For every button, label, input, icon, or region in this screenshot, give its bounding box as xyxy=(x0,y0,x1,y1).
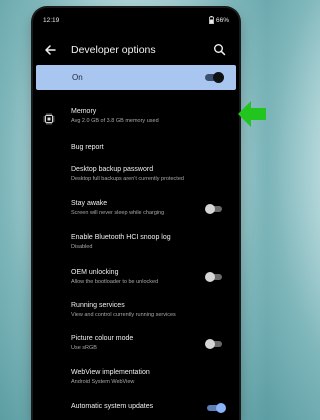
item-subtitle: Disabled xyxy=(71,244,93,250)
settings-item-stay-awake[interactable]: Stay awake Screen will never sleep while… xyxy=(33,195,239,225)
item-title: Picture colour mode xyxy=(71,335,134,342)
memory-chip-icon xyxy=(43,112,55,125)
settings-item-picture-colour-mode[interactable]: Picture colour mode Use sRGB xyxy=(33,330,239,360)
phone-screen: 12:19 66% Developer options On Memory Av… xyxy=(33,8,239,420)
battery-icon xyxy=(209,16,214,24)
item-subtitle: View and control currently running servi… xyxy=(71,312,176,318)
back-arrow-icon[interactable] xyxy=(43,43,57,57)
battery-percent: 66% xyxy=(215,16,229,24)
item-subtitle: Desktop full backups aren't currently pr… xyxy=(71,176,184,182)
settings-item-running-services[interactable]: Running services View and control curren… xyxy=(33,297,239,327)
item-subtitle: Allow the bootloader to be unlocked xyxy=(71,279,159,285)
item-title: WebView implementation xyxy=(71,369,150,376)
item-title: Desktop backup password xyxy=(71,166,154,173)
stay-awake-toggle[interactable] xyxy=(205,204,223,214)
status-bar: 12:19 66% xyxy=(33,8,239,34)
item-subtitle: Avg 2.0 GB of 3.8 GB memory used xyxy=(71,118,159,124)
item-subtitle: Use sRGB xyxy=(71,345,97,351)
app-bar: Developer options xyxy=(33,34,239,66)
settings-item-webview-implementation[interactable]: WebView implementation Android System We… xyxy=(33,364,239,394)
automatic-system-updates-toggle[interactable] xyxy=(207,403,226,413)
developer-options-master-switch[interactable]: On xyxy=(36,65,236,90)
item-subtitle: Screen will never sleep while charging xyxy=(71,210,165,216)
item-title: Bug report xyxy=(71,144,104,151)
item-subtitle: Android System WebView xyxy=(71,379,135,385)
settings-item-bluetooth-hci-snoop-log[interactable]: Enable Bluetooth HCI snoop log Disabled xyxy=(33,229,239,259)
picture-colour-mode-toggle[interactable] xyxy=(205,339,223,349)
master-toggle[interactable] xyxy=(205,72,224,83)
toggle-thumb xyxy=(205,339,215,349)
item-title: Automatic system updates xyxy=(71,403,154,410)
toggle-thumb xyxy=(216,403,226,413)
settings-item-oem-unlocking[interactable]: OEM unlocking Allow the bootloader to be… xyxy=(33,264,239,294)
settings-item-desktop-backup-password[interactable]: Desktop backup password Desktop full bac… xyxy=(33,161,239,191)
item-title: Stay awake xyxy=(71,200,108,207)
item-title: OEM unlocking xyxy=(71,269,119,276)
status-right: 66% xyxy=(209,16,229,24)
item-title: Enable Bluetooth HCI snoop log xyxy=(71,234,171,241)
item-title: Memory xyxy=(71,108,97,115)
item-title: Running services xyxy=(71,302,125,309)
pointer-arrow-icon xyxy=(236,98,266,130)
settings-item-memory[interactable]: Memory Avg 2.0 GB of 3.8 GB memory used xyxy=(33,103,239,133)
oem-unlocking-toggle[interactable] xyxy=(205,272,223,282)
master-switch-label: On xyxy=(72,73,83,82)
settings-item-automatic-system-updates[interactable]: Automatic system updates xyxy=(33,397,239,420)
search-icon[interactable] xyxy=(213,43,226,56)
toggle-thumb xyxy=(205,204,215,214)
status-time: 12:19 xyxy=(43,17,60,24)
settings-item-bug-report[interactable]: Bug report xyxy=(33,136,239,158)
toggle-thumb xyxy=(205,272,215,282)
page-title: Developer options xyxy=(71,44,156,56)
master-toggle-thumb xyxy=(213,72,224,83)
